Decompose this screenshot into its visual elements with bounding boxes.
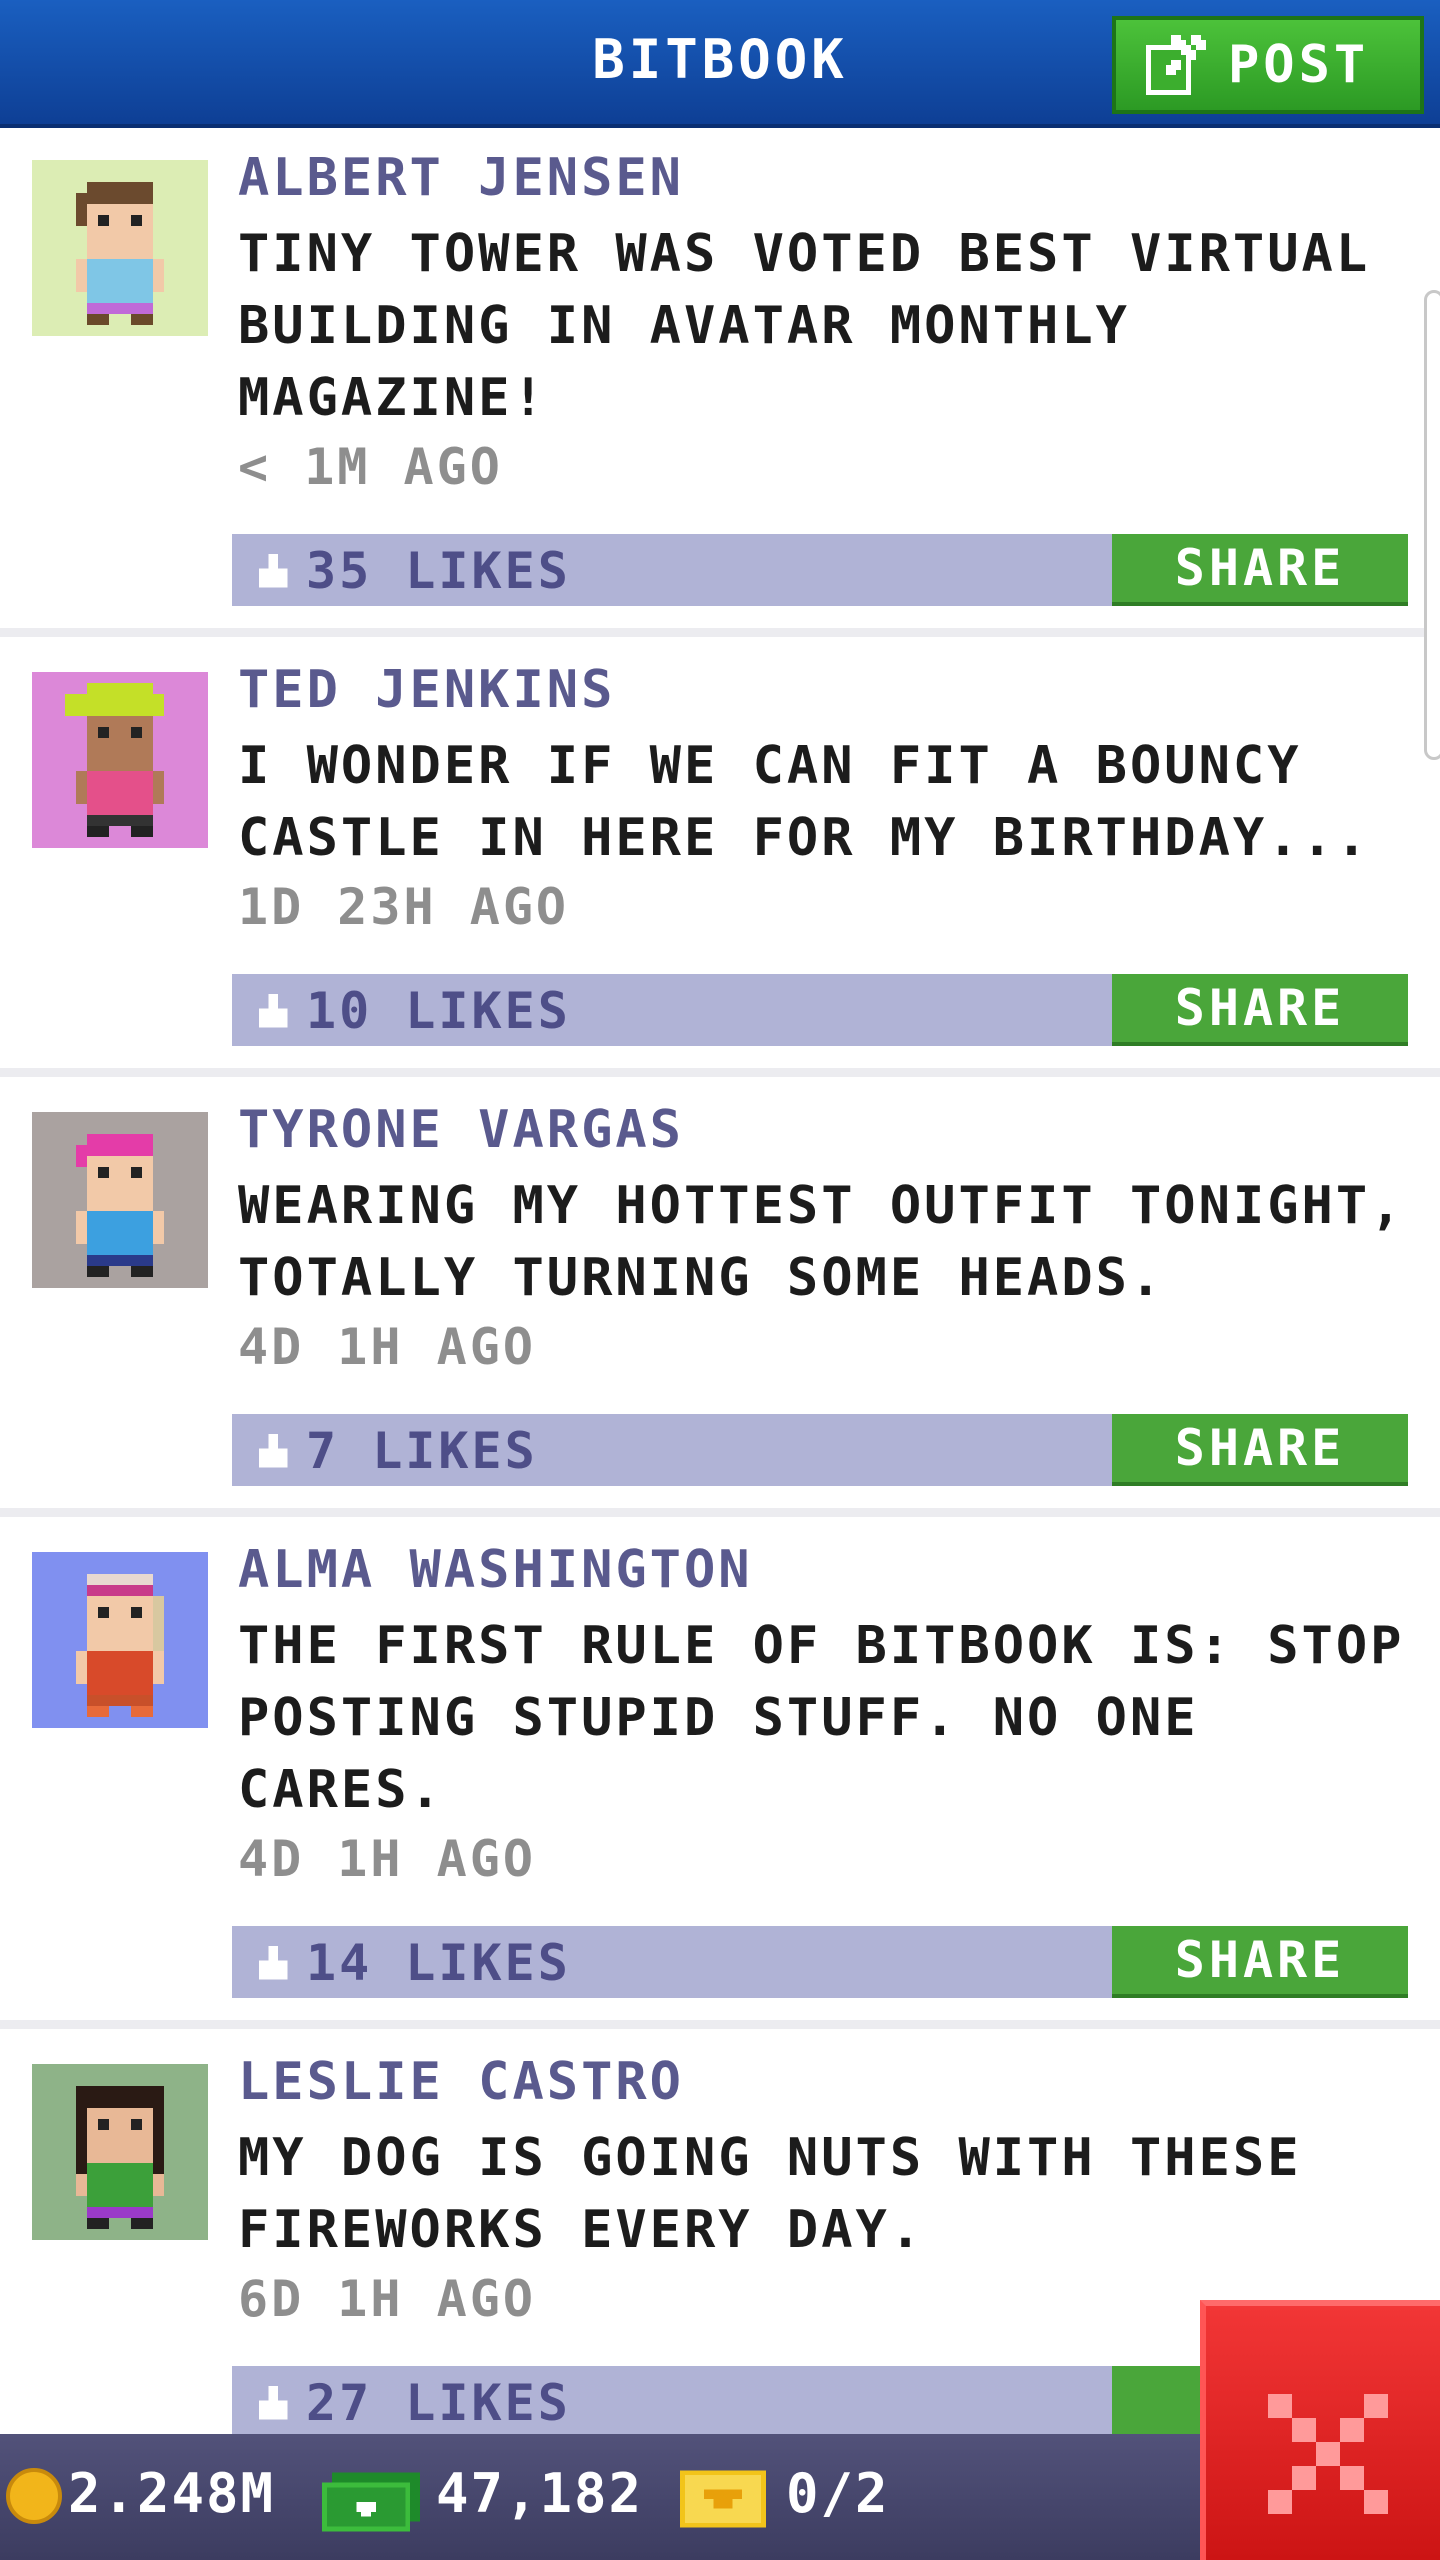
post-divider <box>0 628 1440 637</box>
close-icon <box>1268 2394 1388 2514</box>
likes-bar[interactable]: 7 LIKES SHARE <box>232 1414 1408 1486</box>
thumbs-up-icon <box>258 2386 288 2420</box>
ticket-icon <box>680 2470 766 2528</box>
avatar[interactable] <box>32 1552 208 1728</box>
post-time: < 1M AGO <box>238 438 503 496</box>
likes-bar[interactable]: 35 LIKES SHARE <box>232 534 1408 606</box>
compose-icon <box>1146 35 1206 95</box>
post-author[interactable]: LESLIE CASTRO <box>238 2052 684 2112</box>
close-button[interactable] <box>1200 2300 1440 2560</box>
post-author[interactable]: ALMA WASHINGTON <box>238 1540 753 1600</box>
app-header: BITBOOK POST <box>0 0 1440 128</box>
avatar-albert-icon <box>32 160 208 336</box>
post-time: 4D 1H AGO <box>238 1830 536 1888</box>
likes-bar[interactable]: 14 LIKES SHARE <box>232 1926 1408 1998</box>
post-divider <box>0 1068 1440 1077</box>
post-text: THE FIRST RULE OF BITBOOK IS: STOP POSTI… <box>238 1616 1405 1820</box>
post-button[interactable]: POST <box>1112 16 1424 114</box>
share-button[interactable]: SHARE <box>1112 1414 1408 1486</box>
share-button[interactable]: SHARE <box>1112 534 1408 606</box>
avatar[interactable] <box>32 672 208 848</box>
likes-count: 27 LIKES <box>306 2374 571 2432</box>
post-divider <box>0 1508 1440 1517</box>
tickets-count: 0/2 <box>786 2462 890 2525</box>
post-text: MY DOG IS GOING NUTS WITH THESE FIREWORK… <box>238 2128 1302 2260</box>
post-text: TINY TOWER WAS VOTED BEST VIRTUAL BUILDI… <box>238 224 1371 428</box>
coins-count: 2.248M <box>68 2462 276 2525</box>
scrollbar-thumb[interactable] <box>1424 290 1440 760</box>
avatar[interactable] <box>32 2064 208 2240</box>
post-text: I WONDER IF WE CAN FIT A BOUNCY CASTLE I… <box>238 736 1371 868</box>
share-button[interactable]: SHARE <box>1112 1926 1408 1998</box>
bux-count: 47,182 <box>436 2462 644 2525</box>
post-author[interactable]: TYRONE VARGAS <box>238 1100 684 1160</box>
thumbs-up-icon <box>258 1946 288 1980</box>
post-time: 6D 1H AGO <box>238 2270 536 2328</box>
post-time: 1D 23H AGO <box>238 878 570 936</box>
likes-bar[interactable]: 10 LIKES SHARE <box>232 974 1408 1046</box>
post-divider <box>0 2020 1440 2029</box>
bux-icon <box>322 2472 420 2532</box>
post-text: WEARING MY HOTTEST OUTFIT TONIGHT, TOTAL… <box>238 1176 1405 1308</box>
post-button-label: POST <box>1228 35 1370 95</box>
avatar[interactable] <box>32 1112 208 1288</box>
thumbs-up-icon <box>258 554 288 588</box>
thumbs-up-icon <box>258 994 288 1028</box>
post-author[interactable]: ALBERT JENSEN <box>238 148 684 208</box>
likes-count: 35 LIKES <box>306 542 571 600</box>
post-time: 4D 1H AGO <box>238 1318 536 1376</box>
post-author[interactable]: TED JENKINS <box>238 660 615 720</box>
avatar-tyrone-icon <box>32 1112 208 1288</box>
likes-count: 7 LIKES <box>306 1422 538 1480</box>
coin-icon <box>6 2468 62 2524</box>
avatar-ted-icon <box>32 672 208 848</box>
thumbs-up-icon <box>258 1434 288 1468</box>
likes-count: 14 LIKES <box>306 1934 571 1992</box>
avatar[interactable] <box>32 160 208 336</box>
avatar-alma-icon <box>32 1552 208 1728</box>
share-button[interactable]: SHARE <box>1112 974 1408 1046</box>
likes-count: 10 LIKES <box>306 982 571 1040</box>
avatar-leslie-icon <box>32 2064 208 2240</box>
